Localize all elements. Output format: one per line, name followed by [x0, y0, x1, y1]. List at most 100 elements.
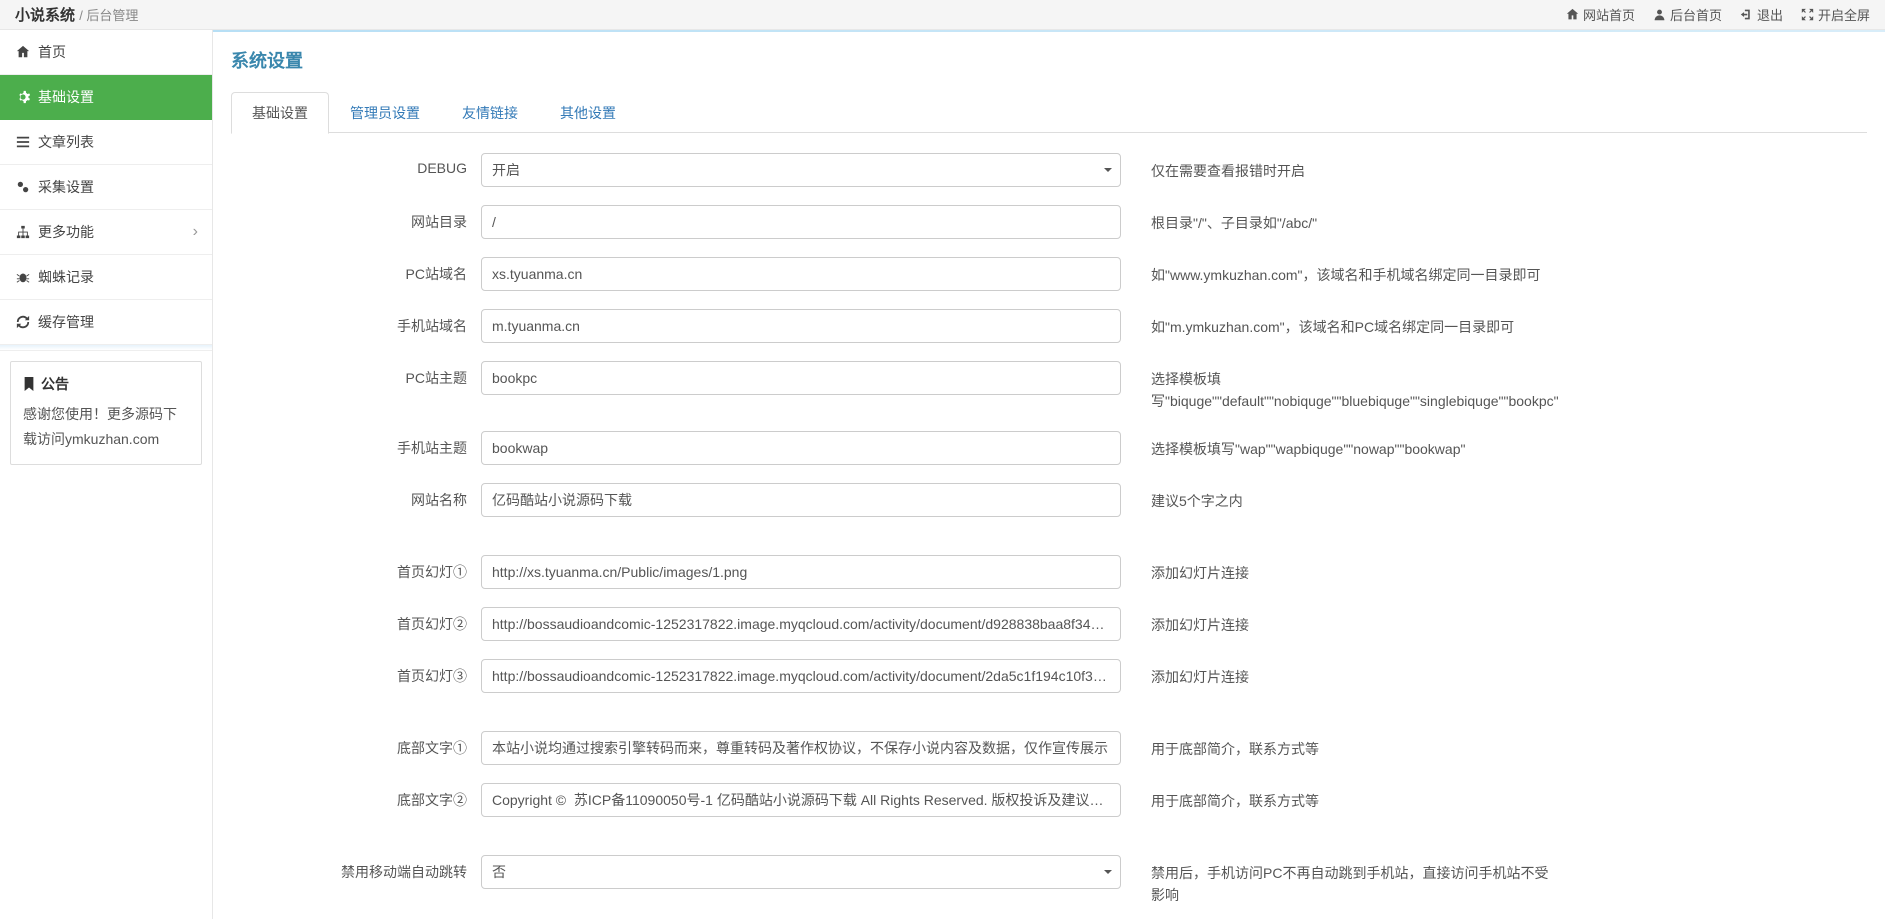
input-slide3[interactable] [481, 659, 1121, 693]
help-slide3: 添加幻灯片连接 [1121, 659, 1249, 688]
sidebar-item-label: 采集设置 [38, 177, 94, 197]
label-pc-domain: PC站域名 [241, 257, 481, 284]
sidebar-divider [0, 345, 212, 351]
tab-label: 其他设置 [560, 105, 616, 121]
home-icon [16, 45, 30, 59]
help-slide1: 添加幻灯片连接 [1121, 555, 1249, 584]
brand-sub: / 后台管理 [79, 8, 138, 23]
label-footer1: 底部文字① [241, 731, 481, 758]
row-footer2: 底部文字② 用于底部简介，联系方式等 [241, 783, 1857, 817]
sidebar-item-basic[interactable]: 基础设置 [0, 75, 212, 120]
spacer [241, 835, 1857, 845]
input-pc-theme[interactable] [481, 361, 1121, 395]
sitemap-icon [16, 225, 30, 239]
page-title: 系统设置 [231, 47, 1867, 73]
brand-title: 小说系统 [15, 7, 75, 24]
label-slide1: 首页幻灯① [241, 555, 481, 582]
row-m-domain: 手机站域名 如"m.ymkuzhan.com"，该域名和PC域名绑定同一目录即可 [241, 309, 1857, 343]
top-header: 小说系统 / 后台管理 网站首页 后台首页 退出 开启全屏 [0, 0, 1885, 30]
nav-logout[interactable]: 退出 [1740, 5, 1783, 24]
select-value: 开启 [492, 160, 520, 180]
card-top-border [213, 30, 1885, 32]
input-pc-domain[interactable] [481, 257, 1121, 291]
row-footer1: 底部文字① 用于底部简介，联系方式等 [241, 731, 1857, 765]
help-site-name: 建议5个字之内 [1121, 483, 1243, 512]
tab-links[interactable]: 友情链接 [441, 92, 539, 134]
row-site-name: 网站名称 建议5个字之内 [241, 483, 1857, 517]
label-m-theme: 手机站主题 [241, 431, 481, 458]
spacer [241, 711, 1857, 721]
bookmark-icon [23, 377, 35, 391]
sidebar-item-label: 基础设置 [38, 87, 94, 107]
label-site-name: 网站名称 [241, 483, 481, 510]
row-pc-domain: PC站域名 如"www.ymkuzhan.com"，该域名和手机域名绑定同一目录… [241, 257, 1857, 291]
row-slide1: 首页幻灯① 添加幻灯片连接 [241, 555, 1857, 589]
help-debug: 仅在需要查看报错时开启 [1121, 153, 1305, 182]
nav-fullscreen[interactable]: 开启全屏 [1801, 5, 1870, 24]
label-pc-theme: PC站主题 [241, 361, 481, 388]
sidebar: 首页 基础设置 文章列表 采集设置 更多功能 蜘蛛记录 缓存管理 [0, 30, 213, 919]
input-m-theme[interactable] [481, 431, 1121, 465]
notice-box: 公告 感谢您使用！更多源码下载访问ymkuzhan.com [10, 361, 202, 465]
caret-icon [1104, 870, 1112, 874]
sidebar-item-label: 蜘蛛记录 [38, 267, 94, 287]
gear-icon [16, 90, 30, 104]
input-m-domain[interactable] [481, 309, 1121, 343]
sidebar-item-home[interactable]: 首页 [0, 30, 212, 75]
sidebar-item-more[interactable]: 更多功能 [0, 210, 212, 255]
notice-title: 公告 [41, 374, 69, 394]
list-icon [16, 135, 30, 149]
input-webdir[interactable] [481, 205, 1121, 239]
input-footer2[interactable] [481, 783, 1121, 817]
notice-title-row: 公告 [23, 374, 189, 394]
tab-label: 管理员设置 [350, 105, 420, 121]
help-webdir: 根目录"/"、子目录如"/abc/" [1121, 205, 1317, 234]
select-disable-jump[interactable]: 否 [481, 855, 1121, 889]
sidebar-item-label: 缓存管理 [38, 312, 94, 332]
input-slide2[interactable] [481, 607, 1121, 641]
row-slide3: 首页幻灯③ 添加幻灯片连接 [241, 659, 1857, 693]
logout-icon [1740, 8, 1753, 21]
nav-logout-label: 退出 [1757, 5, 1783, 24]
nav-site-home-label: 网站首页 [1583, 5, 1635, 24]
select-value: 否 [492, 862, 506, 882]
home-icon [1566, 8, 1579, 21]
label-debug: DEBUG [241, 153, 481, 176]
help-m-domain: 如"m.ymkuzhan.com"，该域名和PC域名绑定同一目录即可 [1121, 309, 1514, 338]
tab-basic[interactable]: 基础设置 [231, 92, 329, 134]
row-pc-theme: PC站主题 选择模板填写"biquge""default""nobiquge""… [241, 361, 1857, 413]
input-footer1[interactable] [481, 731, 1121, 765]
main: 系统设置 基础设置 管理员设置 友情链接 其他设置 DEBUG 开启 仅在需 [213, 30, 1885, 919]
tab-label: 友情链接 [462, 105, 518, 121]
sidebar-item-articles[interactable]: 文章列表 [0, 120, 212, 165]
nav-admin-home-label: 后台首页 [1670, 5, 1722, 24]
brand: 小说系统 / 后台管理 [15, 4, 138, 25]
nav-admin-home[interactable]: 后台首页 [1653, 5, 1722, 24]
bug-icon [16, 270, 30, 284]
label-slide2: 首页幻灯② [241, 607, 481, 634]
help-pc-theme: 选择模板填写"biquge""default""nobiquge""bluebi… [1121, 361, 1551, 413]
caret-icon [1104, 168, 1112, 172]
form: DEBUG 开启 仅在需要查看报错时开启 网站目录 根目录"/"、子目录如"/a… [231, 133, 1867, 919]
nav-fullscreen-label: 开启全屏 [1818, 5, 1870, 24]
help-footer1: 用于底部简介，联系方式等 [1121, 731, 1319, 760]
tab-other[interactable]: 其他设置 [539, 92, 637, 134]
sidebar-item-spider[interactable]: 蜘蛛记录 [0, 255, 212, 300]
label-m-domain: 手机站域名 [241, 309, 481, 336]
sidebar-item-cache[interactable]: 缓存管理 [0, 300, 212, 345]
sidebar-item-label: 文章列表 [38, 132, 94, 152]
tab-admin[interactable]: 管理员设置 [329, 92, 441, 134]
help-pc-domain: 如"www.ymkuzhan.com"，该域名和手机域名绑定同一目录即可 [1121, 257, 1541, 286]
tab-label: 基础设置 [252, 105, 308, 121]
sidebar-item-collect[interactable]: 采集设置 [0, 165, 212, 210]
label-webdir: 网站目录 [241, 205, 481, 232]
sidebar-item-label: 首页 [38, 42, 66, 62]
label-slide3: 首页幻灯③ [241, 659, 481, 686]
input-site-name[interactable] [481, 483, 1121, 517]
help-slide2: 添加幻灯片连接 [1121, 607, 1249, 636]
input-slide1[interactable] [481, 555, 1121, 589]
nav-site-home[interactable]: 网站首页 [1566, 5, 1635, 24]
row-disable-jump: 禁用移动端自动跳转 否 禁用后，手机访问PC不再自动跳到手机站，直接访问手机站不… [241, 855, 1857, 907]
select-debug[interactable]: 开启 [481, 153, 1121, 187]
row-m-theme: 手机站主题 选择模板填写"wap""wapbiquge""nowap""book… [241, 431, 1857, 465]
